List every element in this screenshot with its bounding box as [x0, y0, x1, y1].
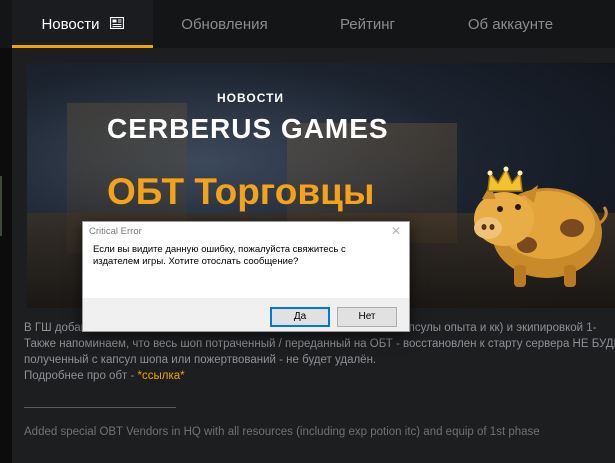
- tab-news-label: Новости: [41, 16, 100, 33]
- no-button[interactable]: Нет: [337, 307, 397, 327]
- critical-error-dialog: Critical Error ✕ Если вы видите данную о…: [82, 221, 410, 332]
- top-navigation: Новости Обновления Рейтинг Об аккаунте: [0, 0, 615, 49]
- banner-kicker: НОВОСТИ: [217, 91, 285, 105]
- left-sidebar-strip: [0, 48, 12, 463]
- newspaper-icon: [109, 0, 124, 50]
- banner-brand: CERBERUS GAMES: [107, 113, 389, 144]
- tab-news[interactable]: Новости: [12, 0, 153, 48]
- tab-account[interactable]: Об аккаунте: [439, 0, 582, 48]
- tab-rating[interactable]: Рейтинг: [296, 0, 439, 48]
- news-text-fragment: В ГШ добав: [24, 322, 87, 334]
- dialog-title: Critical Error: [89, 226, 142, 237]
- tab-rating-label: Рейтинг: [339, 16, 396, 33]
- tab-updates-label: Обновления: [181, 16, 268, 33]
- golden-pig-illustration: [474, 166, 608, 287]
- divider: [24, 407, 176, 408]
- banner-headline: ОБТ Торговцы: [107, 171, 375, 212]
- close-icon[interactable]: ✕: [391, 224, 401, 238]
- news-line: полученный с капсул шопа или пожертвован…: [24, 354, 377, 366]
- yes-button[interactable]: Да: [270, 307, 330, 327]
- scroll-indicator: [0, 176, 2, 236]
- dialog-message: Если вы видите данную ошибку, пожалуйста…: [93, 244, 346, 267]
- news-text-fragment: Подробнее про обт -: [24, 370, 138, 382]
- tab-updates[interactable]: Обновления: [153, 0, 296, 48]
- tab-account-label: Об аккаунте: [467, 16, 554, 33]
- more-info-link[interactable]: *ссылка*: [138, 370, 185, 382]
- dialog-titlebar: Critical Error ✕: [83, 222, 409, 242]
- news-line: Подробнее про обт - *ссылка*: [24, 368, 615, 384]
- news-english-line: Added special OBT Vendors in HQ with all…: [24, 426, 540, 438]
- news-line: Также напоминаем, что весь шоп потраченн…: [24, 338, 615, 350]
